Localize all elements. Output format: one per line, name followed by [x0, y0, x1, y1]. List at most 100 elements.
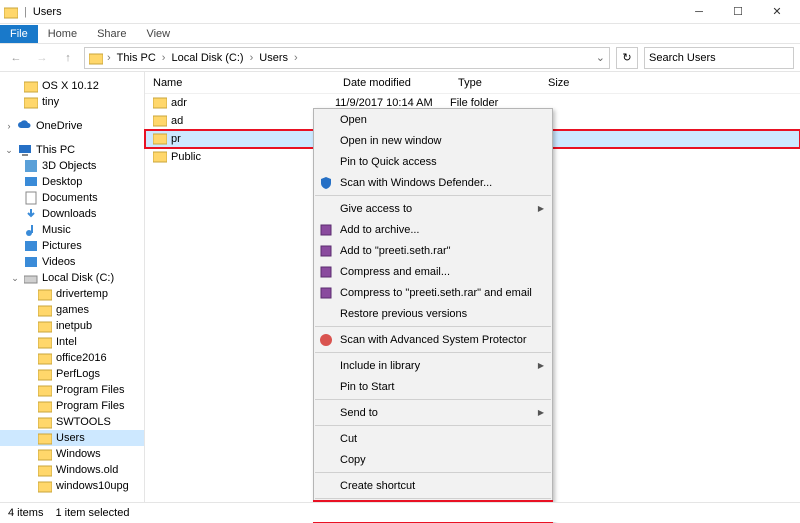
menu-label: Restore previous versions	[340, 308, 467, 320]
chevron-right-icon: ›	[160, 52, 168, 64]
close-button[interactable]: ✕	[758, 1, 796, 23]
breadcrumb[interactable]: Users	[257, 52, 290, 64]
tree-item-thispc[interactable]: ⌄This PC	[0, 142, 144, 158]
folder-icon	[24, 79, 38, 93]
chevron-right-icon: ›	[292, 52, 300, 64]
menu-label: Add to archive...	[340, 224, 420, 236]
tree-label: PerfLogs	[56, 368, 100, 380]
file-list[interactable]: Name Date modified Type Size adr11/9/201…	[145, 72, 800, 502]
folder-icon	[38, 367, 52, 381]
tree-item-onedrive[interactable]: ›OneDrive	[0, 118, 144, 134]
folder-icon	[153, 97, 167, 109]
menu-item[interactable]: Restore previous versions	[314, 303, 552, 324]
menu-item[interactable]: Add to "preeti.seth.rar"	[314, 240, 552, 261]
tree-item[interactable]: office2016	[0, 350, 144, 366]
tree-item[interactable]: Documents	[0, 190, 144, 206]
tree-item[interactable]: Users	[0, 430, 144, 446]
tree-item[interactable]: windows10upg	[0, 478, 144, 494]
menu-item[interactable]: Compress and email...	[314, 261, 552, 282]
refresh-button[interactable]: ↻	[616, 47, 638, 69]
menu-item[interactable]: Pin to Start	[314, 376, 552, 397]
menu-label: Send to	[340, 407, 378, 419]
asp-icon	[318, 332, 334, 348]
menu-item[interactable]: Scan with Advanced System Protector	[314, 329, 552, 350]
tree-item[interactable]: tiny	[0, 94, 144, 110]
tab-view[interactable]: View	[136, 25, 180, 43]
pictures-icon	[24, 239, 38, 253]
breadcrumb[interactable]: This PC	[115, 52, 158, 64]
col-size[interactable]: Size	[540, 77, 600, 89]
tree-item[interactable]: Windows	[0, 446, 144, 462]
tree-label: OneDrive	[36, 120, 82, 132]
menu-item[interactable]: Cut	[314, 428, 552, 449]
folder-icon	[38, 383, 52, 397]
tab-share[interactable]: Share	[87, 25, 136, 43]
menu-item[interactable]: Compress to "preeti.seth.rar" and email	[314, 282, 552, 303]
status-count: 4 items	[8, 507, 43, 519]
menu-item[interactable]: Open in new window	[314, 130, 552, 151]
tree-item[interactable]: games	[0, 302, 144, 318]
tree-label: SWTOOLS	[56, 416, 111, 428]
col-date[interactable]: Date modified	[335, 77, 450, 89]
tree-item[interactable]: Downloads	[0, 206, 144, 222]
window-title: Users	[27, 6, 680, 18]
tab-home[interactable]: Home	[38, 25, 87, 43]
up-button[interactable]: ↑	[58, 48, 78, 68]
tree-item[interactable]: 3D Objects	[0, 158, 144, 174]
col-name[interactable]: Name	[145, 77, 335, 89]
minimize-button[interactable]: ─	[680, 1, 718, 23]
folder-icon	[38, 431, 52, 445]
tree-label: Windows.old	[56, 464, 118, 476]
tree-item[interactable]: PerfLogs	[0, 366, 144, 382]
nav-tree[interactable]: OS X 10.12 tiny ›OneDrive ⌄This PC 3D Ob…	[0, 72, 145, 502]
dropdown-icon[interactable]: ⌄	[596, 51, 605, 64]
breadcrumb[interactable]: Local Disk (C:)	[169, 52, 245, 64]
pc-icon	[18, 143, 32, 157]
menu-item[interactable]: Include in library	[314, 355, 552, 376]
menu-item[interactable]: Pin to Quick access	[314, 151, 552, 172]
tab-file[interactable]: File	[0, 25, 38, 43]
tree-item[interactable]: Pictures	[0, 238, 144, 254]
menu-label: Copy	[340, 454, 366, 466]
forward-button[interactable]: →	[32, 48, 52, 68]
tree-item[interactable]: Videos	[0, 254, 144, 270]
tree-label: This PC	[36, 144, 75, 156]
menu-label: Give access to	[340, 203, 412, 215]
tree-item[interactable]: Desktop	[0, 174, 144, 190]
menu-separator	[315, 195, 551, 196]
tree-item[interactable]: inetpub	[0, 318, 144, 334]
search-input[interactable]: Search Users	[644, 47, 794, 69]
folder-icon	[4, 5, 18, 19]
status-selected: 1 item selected	[55, 507, 129, 519]
menu-item[interactable]: Scan with Windows Defender...	[314, 172, 552, 193]
folder-icon	[153, 151, 167, 163]
window-controls: ─ ☐ ✕	[680, 1, 796, 23]
address-bar[interactable]: › This PC › Local Disk (C:) › Users › ⌄	[84, 47, 610, 69]
tree-label: OS X 10.12	[42, 80, 99, 92]
tree-label: Videos	[42, 256, 75, 268]
tree-item[interactable]: drivertemp	[0, 286, 144, 302]
tree-item[interactable]: Windows.old	[0, 462, 144, 478]
tree-item[interactable]: Program Files	[0, 398, 144, 414]
back-button[interactable]: ←	[6, 48, 26, 68]
menu-item[interactable]: Open	[314, 109, 552, 130]
tree-label: Desktop	[42, 176, 82, 188]
maximize-button[interactable]: ☐	[719, 1, 757, 23]
menu-item[interactable]: Copy	[314, 449, 552, 470]
menu-item[interactable]: Add to archive...	[314, 219, 552, 240]
tree-item-drive[interactable]: ⌄Local Disk (C:)	[0, 270, 144, 286]
menu-item[interactable]: Give access to	[314, 198, 552, 219]
tree-item[interactable]: SWTOOLS	[0, 414, 144, 430]
videos-icon	[24, 255, 38, 269]
folder-icon	[38, 463, 52, 477]
tree-item[interactable]: Music	[0, 222, 144, 238]
tree-item[interactable]: Program Files	[0, 382, 144, 398]
file-name: Public	[171, 151, 201, 163]
menu-item[interactable]: Send to	[314, 402, 552, 423]
tree-item[interactable]: Intel	[0, 334, 144, 350]
file-name: ad	[171, 115, 183, 127]
menu-item[interactable]: Create shortcut	[314, 475, 552, 496]
tree-item[interactable]: OS X 10.12	[0, 78, 144, 94]
col-type[interactable]: Type	[450, 77, 540, 89]
folder-icon	[38, 447, 52, 461]
